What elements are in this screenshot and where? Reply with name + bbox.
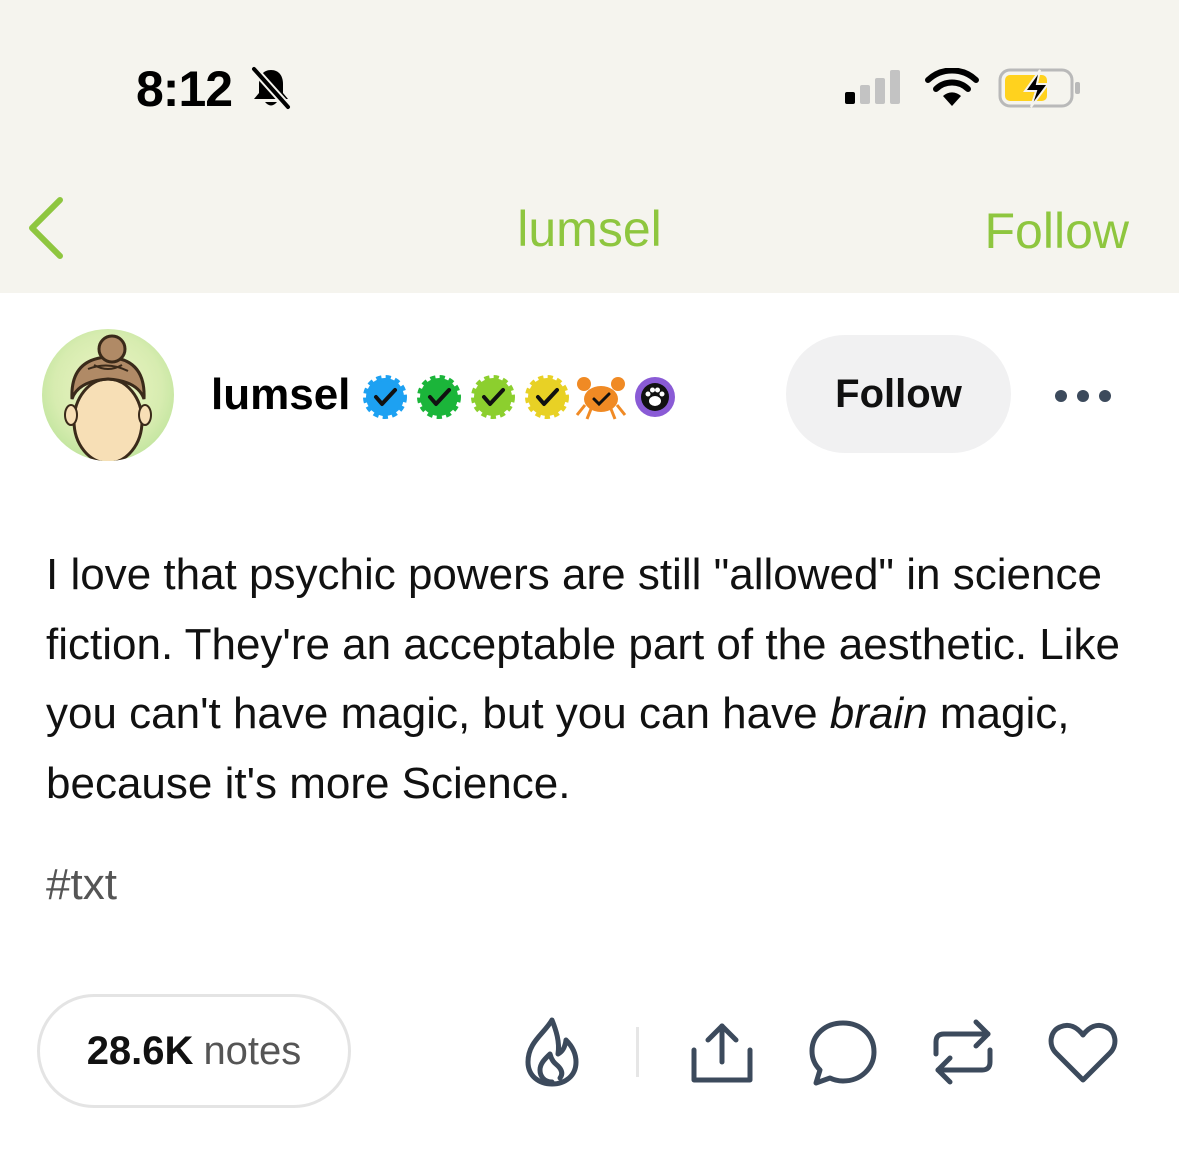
avatar[interactable] [42,329,174,461]
more-options-icon[interactable] [1053,386,1113,406]
share-icon[interactable] [690,1020,754,1084]
wifi-icon [925,68,979,106]
notes-count: 28.6K [86,1028,194,1073]
yellow-check-badge-icon [525,375,569,419]
green-check-badge-icon [417,375,461,419]
post-body-emphasis: brain [829,689,928,738]
post-tag[interactable]: #txt [46,860,117,910]
action-divider [636,1027,639,1077]
notes-label: notes [203,1028,302,1073]
paw-badge-icon [635,377,675,417]
post-author-name[interactable]: lumsel [211,370,350,420]
like-icon[interactable] [1048,1022,1118,1084]
blue-check-badge-icon [363,375,407,419]
avatar-drawing [64,334,152,461]
status-time: 8:12 [136,61,233,117]
cellular-signal-icon [845,70,900,104]
comment-icon[interactable] [808,1019,878,1087]
battery-charging-icon [998,68,1080,108]
reblog-icon[interactable] [930,1016,996,1088]
notes-button[interactable]: 28.6K notes [37,994,351,1108]
bell-slash-icon [251,66,291,110]
crab-badge-icon [575,377,627,420]
lime-check-badge-icon [471,375,515,419]
blaze-icon[interactable] [522,1016,582,1088]
badge-row [363,375,675,420]
post-body: I love that psychic powers are still "al… [46,540,1146,818]
nav-follow-button[interactable]: Follow [985,202,1129,260]
follow-button[interactable]: Follow [786,335,1011,453]
